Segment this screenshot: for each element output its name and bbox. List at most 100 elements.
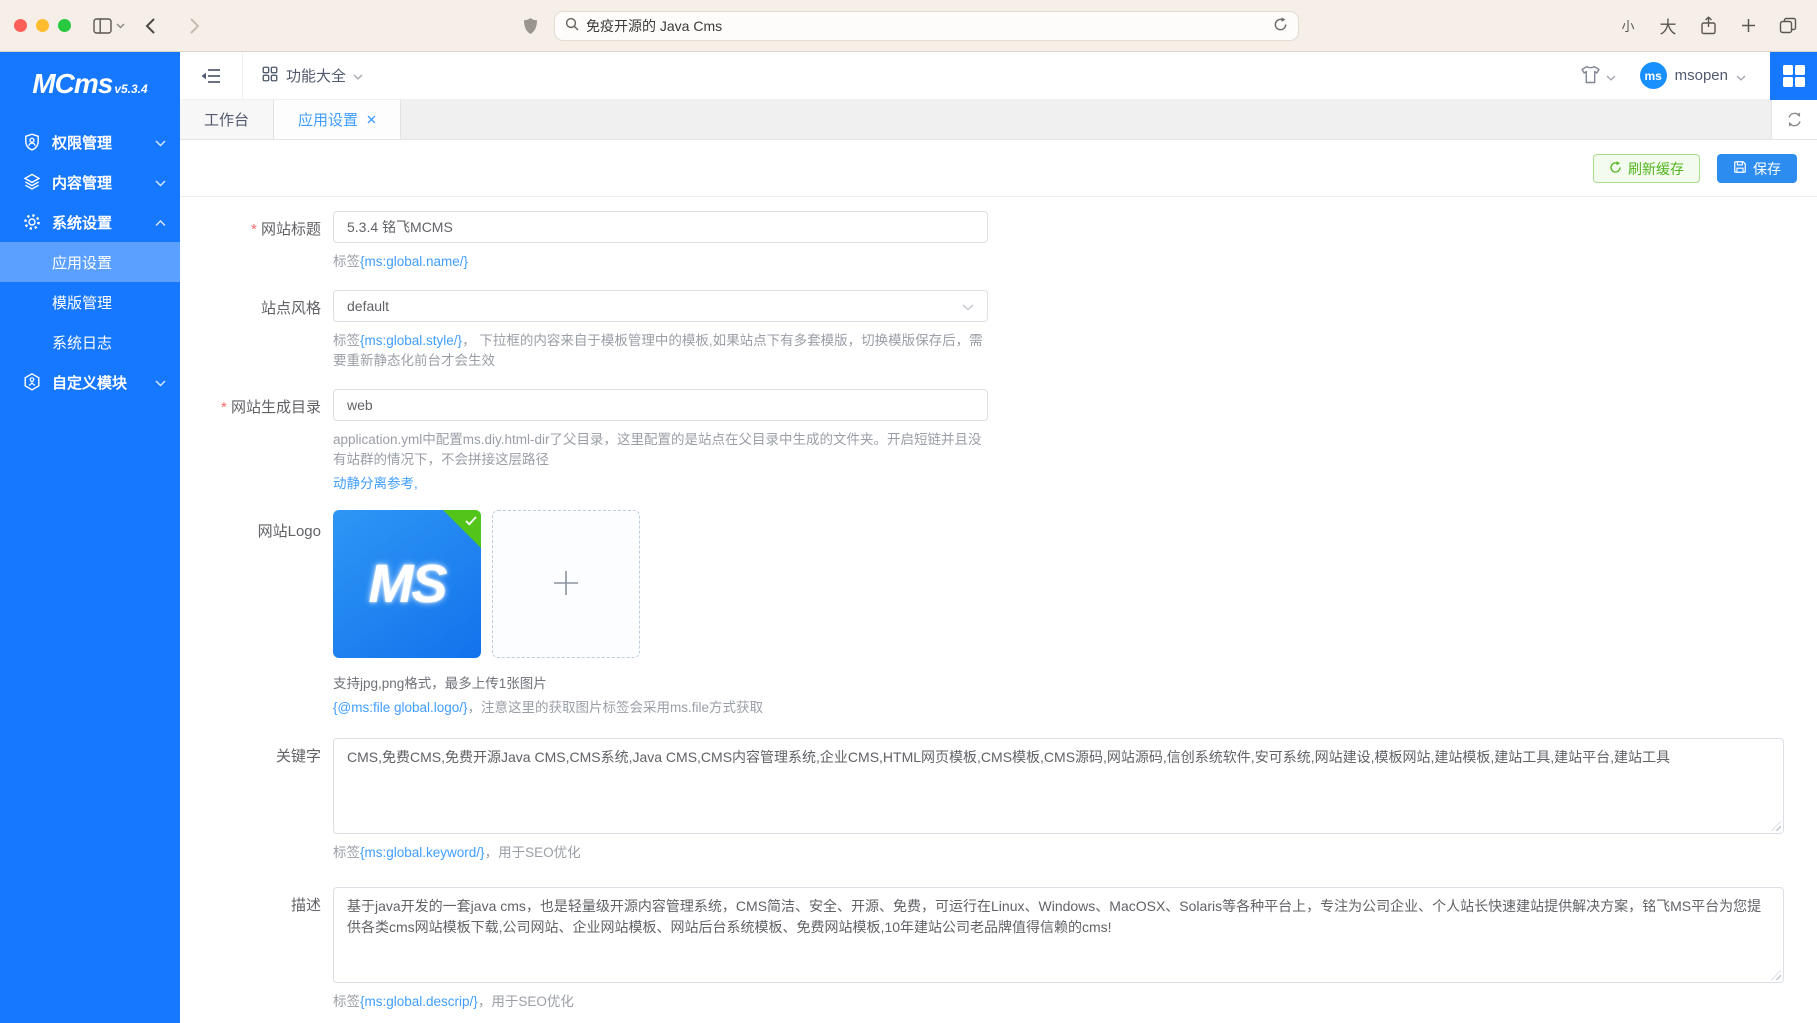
help-text: 标签	[333, 254, 360, 269]
browser-chrome: 免疫开源的 Java Cms 小 大	[0, 0, 1817, 52]
site-title-label: 网站标题	[180, 211, 333, 272]
save-label: 保存	[1753, 159, 1781, 179]
tab-label: 应用设置	[298, 109, 358, 130]
app-settings-panel: 刷新缓存 保存 网站标题	[180, 140, 1817, 1023]
site-logo-help: 支持jpg,png格式，最多上传1张图片	[333, 674, 763, 694]
sidebar-item-label: 系统设置	[52, 212, 155, 233]
text-smaller-button[interactable]: 小	[1613, 11, 1643, 41]
browser-sidebar-toggle-button[interactable]	[93, 11, 125, 41]
reload-button[interactable]	[1273, 17, 1288, 35]
app-grid-button[interactable]	[1770, 52, 1817, 100]
ms-logo-text: MS	[369, 553, 446, 615]
form-row-site-logo: 网站Logo MS	[180, 510, 1817, 718]
template-tag: {ms:global.descrip/}	[360, 994, 478, 1009]
refresh-icon	[1609, 161, 1622, 177]
tab-close-icon[interactable]	[367, 115, 376, 124]
sidebar-subitem-app-settings[interactable]: 应用设置	[0, 242, 180, 282]
sidebar-item-permissions[interactable]: 权限管理	[0, 122, 180, 162]
keywords-textarea[interactable]: CMS,免费CMS,免费开源Java CMS,CMS系统,Java CMS,CM…	[333, 738, 1784, 834]
minimize-window-button[interactable]	[36, 19, 49, 32]
template-tag: {ms:global.keyword/}	[360, 845, 485, 860]
forward-button[interactable]	[179, 11, 209, 41]
refresh-tabs-button[interactable]	[1771, 100, 1817, 139]
save-icon	[1733, 160, 1747, 177]
tab-workbench[interactable]: 工作台	[180, 100, 274, 139]
site-dir-input[interactable]	[333, 389, 988, 421]
chevron-down-icon	[353, 67, 363, 84]
template-tag: {ms:global.name/}	[360, 254, 468, 269]
form-row-site-title: 网站标题 标签{ms:global.name/}	[180, 211, 1817, 272]
site-title-help: 标签{ms:global.name/}	[333, 252, 988, 272]
sidebar-panel-icon	[93, 18, 112, 34]
refresh-cache-button[interactable]: 刷新缓存	[1593, 154, 1700, 183]
help-text: application.yml中配置ms.diy.html-dir了父目录，这里…	[333, 432, 982, 467]
description-help: 标签{ms:global.descrip/}，用于SEO优化	[333, 992, 1784, 1012]
app-logo: MCms v5.3.4	[0, 52, 180, 108]
share-button[interactable]	[1693, 11, 1723, 41]
address-bar-area: 免疫开源的 Java Cms	[209, 11, 1605, 41]
sidebar-subitem-label: 模版管理	[52, 292, 112, 313]
site-title-input[interactable]	[333, 211, 988, 243]
form-toolbar: 刷新缓存 保存	[180, 140, 1817, 183]
site-logo-label: 网站Logo	[180, 510, 333, 718]
form-row-site-style: 站点风格 default 标签{ms:global.style/}， 下拉框的内	[180, 290, 1817, 371]
tab-strip: 工作台 应用设置	[180, 100, 1817, 140]
tab-app-settings[interactable]: 应用设置	[274, 100, 401, 139]
description-textarea[interactable]: 基于java开发的一套java cms，也是轻量级开源内容管理系统，CMS简洁、…	[333, 887, 1784, 983]
sidebar-item-content[interactable]: 内容管理	[0, 162, 180, 202]
sidebar-item-custom-modules[interactable]: 自定义模块	[0, 362, 180, 402]
app-menu-dropdown[interactable]: 功能大全	[243, 52, 381, 100]
zoom-window-button[interactable]	[58, 19, 71, 32]
tab-overview-button[interactable]	[1773, 11, 1803, 41]
topbar: 功能大全 ms msopen	[180, 52, 1817, 100]
collapse-sidebar-button[interactable]	[180, 52, 242, 100]
sidebar-item-label: 权限管理	[52, 132, 155, 153]
chevron-down-icon	[155, 174, 166, 191]
sidebar-subitem-system-logs[interactable]: 系统日志	[0, 322, 180, 362]
uploaded-logo-thumbnail[interactable]: MS	[333, 510, 481, 658]
settings-form: 网站标题 标签{ms:global.name/} 站点风格	[180, 197, 1817, 1023]
brand-name: MCms	[32, 68, 112, 100]
privacy-shield-icon[interactable]	[515, 11, 545, 41]
sidebar-item-label: 内容管理	[52, 172, 155, 193]
save-button[interactable]: 保存	[1717, 154, 1797, 183]
form-row-description: 描述 基于java开发的一套java cms，也是轻量级开源内容管理系统，CMS…	[180, 887, 1817, 1012]
grid-icon	[261, 65, 279, 87]
back-button[interactable]	[135, 11, 165, 41]
sidebar-item-system-settings[interactable]: 系统设置	[0, 202, 180, 242]
static-separation-link[interactable]: 动静分离参考,	[333, 476, 418, 491]
user-menu[interactable]: ms msopen	[1630, 62, 1760, 89]
badge-shield-icon	[22, 132, 42, 152]
help-text: ，用于SEO优化	[485, 845, 581, 860]
site-style-select[interactable]: default	[333, 290, 988, 322]
description-label: 描述	[180, 887, 333, 1012]
upload-logo-button[interactable]	[492, 510, 640, 658]
chevron-down-icon	[1736, 68, 1746, 84]
theme-skin-dropdown[interactable]	[1566, 65, 1630, 87]
keywords-label: 关键字	[180, 738, 333, 863]
address-bar[interactable]: 免疫开源的 Java Cms	[554, 11, 1299, 41]
brand-version: v5.3.4	[114, 82, 147, 96]
app-menu-label: 功能大全	[286, 65, 346, 86]
chevron-down-icon	[155, 374, 166, 391]
chrome-right-controls: 小 大	[1613, 11, 1803, 41]
gear-icon	[22, 212, 42, 232]
sidebar-menu: 权限管理 内容管理	[0, 122, 180, 402]
site-style-label: 站点风格	[180, 290, 333, 371]
tab-label: 工作台	[204, 109, 249, 130]
text-larger-button[interactable]: 大	[1653, 11, 1683, 41]
sidebar: MCms v5.3.4 权限管理 内容管理	[0, 52, 180, 1023]
plus-icon	[551, 568, 581, 601]
new-tab-button[interactable]	[1733, 11, 1763, 41]
sidebar-subitem-template-management[interactable]: 模版管理	[0, 282, 180, 322]
close-window-button[interactable]	[14, 19, 27, 32]
layers-icon	[22, 172, 42, 192]
help-text: ，用于SEO优化	[478, 994, 574, 1009]
help-text: 标签	[333, 994, 360, 1009]
help-text: 支持jpg,png格式，最多上传1张图片	[333, 676, 547, 691]
help-text: ，注意这里的获取图片标签会采用ms.file方式获取	[468, 700, 764, 715]
tshirt-icon	[1580, 65, 1601, 87]
form-row-keywords: 关键字 CMS,免费CMS,免费开源Java CMS,CMS系统,Java CM…	[180, 738, 1817, 863]
sidebar-subitem-label: 系统日志	[52, 332, 112, 353]
keywords-help: 标签{ms:global.keyword/}，用于SEO优化	[333, 843, 1784, 863]
